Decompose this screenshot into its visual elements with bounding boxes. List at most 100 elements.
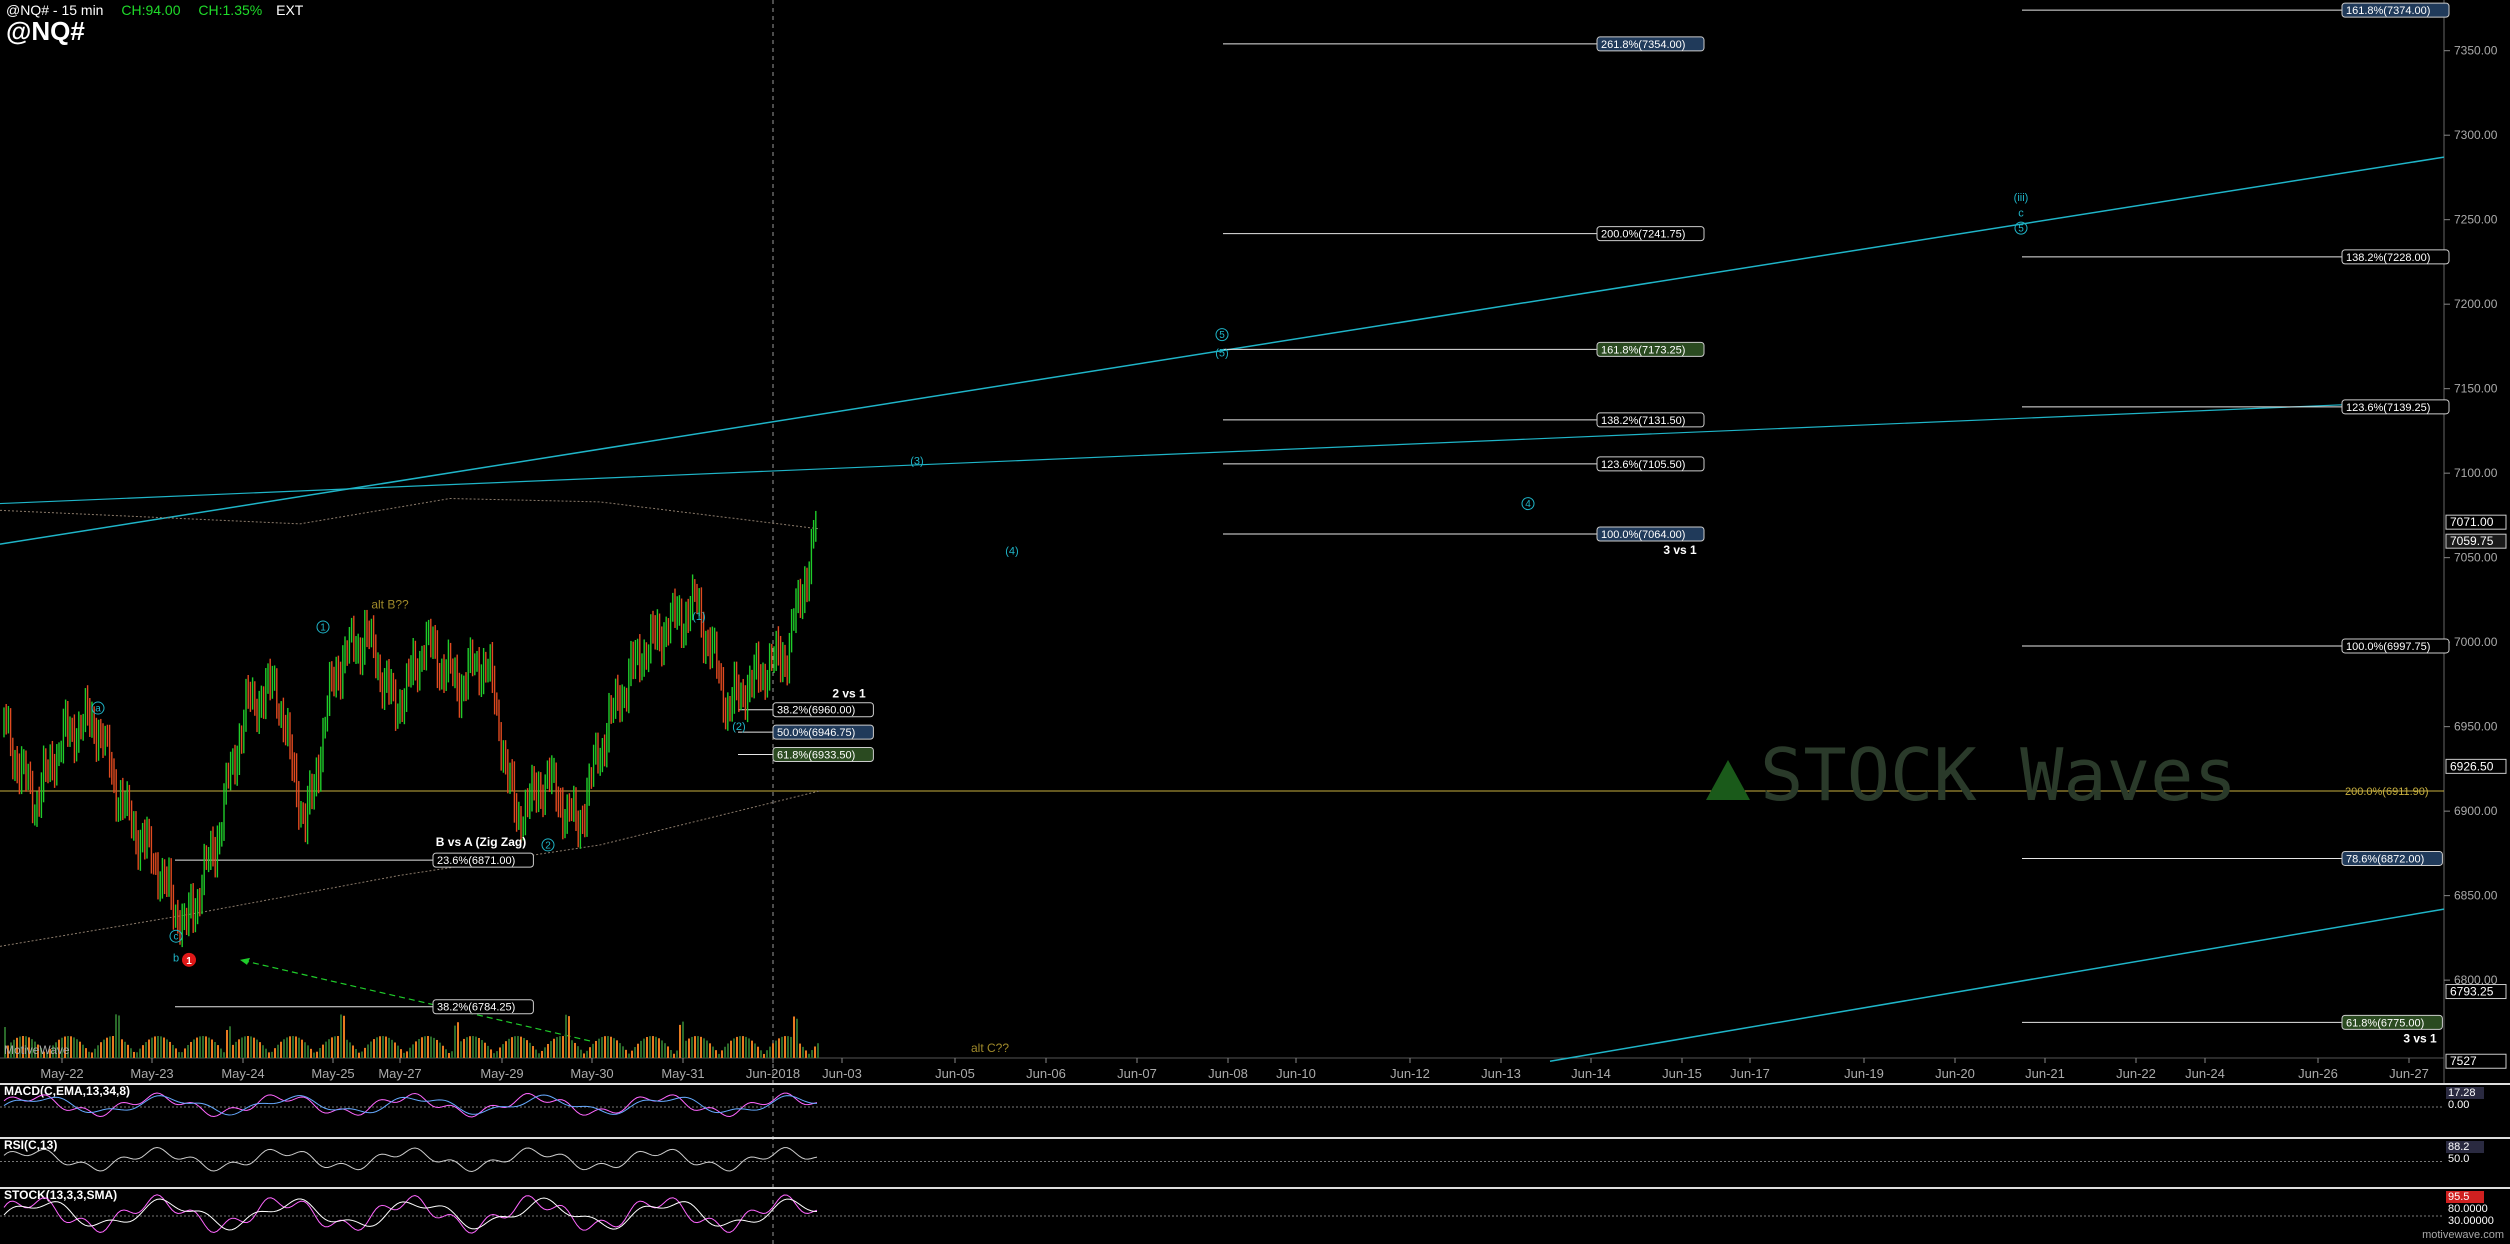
lower-channel-line: [1549, 908, 2445, 1062]
volume-bar: [511, 1037, 513, 1058]
volume-bar: [769, 1046, 771, 1058]
volume-bar: [592, 1043, 594, 1058]
fib-label: 138.2%(7131.50): [1601, 415, 1685, 427]
volume-bar: [784, 1036, 786, 1058]
volume-bar: [124, 1041, 126, 1058]
volume-bar: [280, 1041, 282, 1058]
volume-bar: [298, 1037, 300, 1058]
volume-bar: [103, 1039, 105, 1058]
volume-bar: [793, 1016, 795, 1058]
volume-bar: [703, 1038, 705, 1058]
volume-bar: [163, 1037, 165, 1058]
volume-bar: [742, 1036, 744, 1058]
price-marker-label: 7071.00: [2450, 515, 2494, 529]
volume-bar: [286, 1037, 288, 1058]
volume-bar: [169, 1041, 171, 1058]
volume-bar: [415, 1041, 417, 1058]
volume-bar: [730, 1040, 732, 1058]
wave-label: (1): [692, 611, 705, 623]
fib-label: 161.8%(7173.25): [1601, 344, 1685, 356]
volume-bar: [430, 1036, 432, 1058]
volume-bar: [517, 1036, 519, 1058]
volume-bar: [229, 1026, 231, 1058]
volume-bar: [499, 1047, 501, 1058]
volume-bar: [181, 1052, 183, 1058]
volume-bar: [541, 1050, 543, 1058]
volume-bar: [376, 1037, 378, 1058]
volume-bar: [274, 1048, 276, 1058]
volume-bar: [739, 1036, 741, 1058]
volume-bar: [166, 1039, 168, 1058]
volume-bar: [529, 1042, 531, 1058]
y-tick-label: 6950.00: [2454, 720, 2498, 734]
fib-label: 38.2%(6784.25): [437, 1002, 515, 1014]
fib-label: 161.8%(7374.00): [2346, 5, 2430, 17]
indicator-value: 50.0: [2448, 1153, 2469, 1165]
volume-bar: [562, 1036, 564, 1058]
wave-label: (3): [910, 456, 923, 468]
symbol-label: @NQ#: [6, 16, 85, 46]
indicator-value: 88.2: [2448, 1141, 2469, 1153]
volume-bar: [343, 1015, 345, 1058]
volume-bar: [445, 1049, 447, 1058]
volume-bar: [79, 1041, 81, 1058]
logo-text: STOCK Waves: [1760, 733, 2237, 817]
volume-bar: [604, 1036, 606, 1058]
volume-bar: [88, 1051, 90, 1058]
volume-bar: [667, 1046, 669, 1058]
price-series: [3, 510, 817, 948]
volume-bar: [526, 1040, 528, 1058]
volume-bar: [571, 1040, 573, 1058]
price-marker-label: 6926.50: [2450, 759, 2494, 773]
volume-bar: [763, 1053, 765, 1058]
volume-bar: [106, 1037, 108, 1058]
volume-bar: [148, 1039, 150, 1058]
fib-label: 100.0%(6997.75): [2346, 641, 2430, 653]
annotation: alt C??: [971, 1041, 1009, 1055]
volume-bar: [760, 1050, 762, 1058]
volume-bar: [223, 1052, 225, 1058]
volume-bar: [583, 1053, 585, 1058]
fib-label: 23.6%(6871.00): [437, 855, 515, 867]
volume-bar: [448, 1052, 450, 1058]
volume-bar: [388, 1037, 390, 1058]
volume-bar: [301, 1039, 303, 1058]
volume-bar: [514, 1036, 516, 1058]
volume-bar: [595, 1040, 597, 1058]
wave-label: c: [2018, 207, 2024, 219]
volume-bar: [670, 1050, 672, 1058]
volume-bar: [112, 1036, 114, 1058]
volume-bar: [244, 1036, 246, 1058]
y-tick-label: 6850.00: [2454, 889, 2498, 903]
x-tick-label: Jun-10: [1276, 1066, 1316, 1081]
indicator-value: 80.0000: [2448, 1203, 2488, 1215]
arrow-head-icon: [240, 957, 250, 965]
volume-bar: [709, 1043, 711, 1058]
volume-bar: [568, 1016, 570, 1058]
wave-label: 1: [320, 622, 326, 633]
volume-bar: [331, 1037, 333, 1058]
volume-bar: [160, 1036, 162, 1058]
x-tick-label: Jun-15: [1662, 1066, 1702, 1081]
annotation: 3 vs 1: [1663, 543, 1697, 557]
wave-label: 4: [1525, 499, 1531, 510]
volume-bar: [691, 1036, 693, 1058]
x-tick-label: Jun-24: [2185, 1066, 2225, 1081]
x-tick-label: Jun-06: [1026, 1066, 1066, 1081]
volume-bar: [328, 1039, 330, 1058]
price-marker-label: 7527: [2450, 1054, 2477, 1068]
volume-bar: [817, 1043, 819, 1058]
volume-bar: [133, 1051, 135, 1058]
volume-bar: [256, 1039, 258, 1058]
volume-bar: [607, 1036, 609, 1058]
volume-bar: [778, 1038, 780, 1058]
volume-bar: [238, 1039, 240, 1058]
volume-bar: [751, 1040, 753, 1058]
wave-label: 5: [2018, 224, 2024, 235]
x-tick-label: Jun-14: [1571, 1066, 1611, 1081]
volume-bar: [463, 1038, 465, 1058]
volume-bar: [616, 1040, 618, 1058]
volume-bar: [613, 1038, 615, 1058]
volume-bar: [421, 1037, 423, 1058]
annotation: B vs A (Zig Zag): [436, 835, 526, 849]
